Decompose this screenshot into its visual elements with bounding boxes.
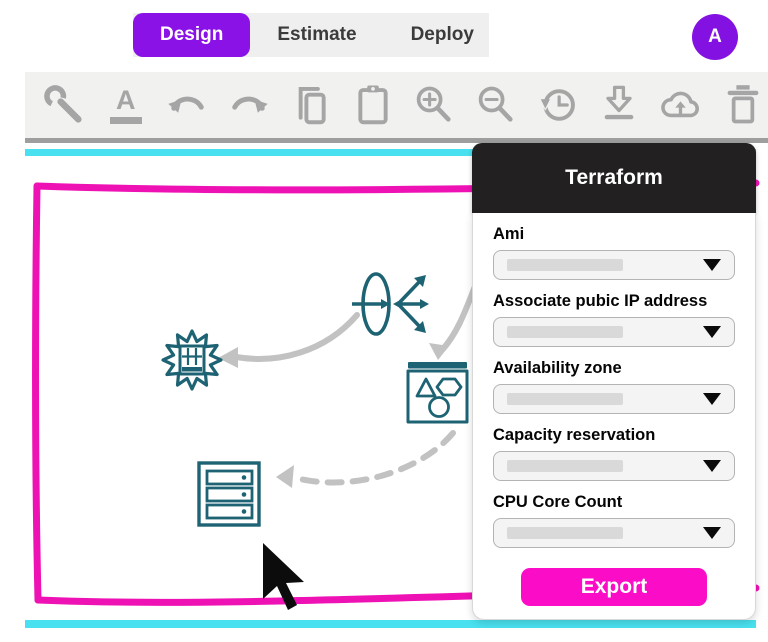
server-stack-node[interactable] (197, 461, 261, 527)
field-availability-zone: Availability zone (493, 359, 735, 414)
field-ami: Ami (493, 225, 735, 280)
panel-body: Ami Associate pubic IP address Availabil… (472, 213, 756, 620)
copy-icon[interactable] (288, 82, 334, 128)
chevron-down-icon (703, 460, 721, 472)
cpu-core-count-dropdown[interactable] (493, 518, 735, 548)
tab-deploy[interactable]: Deploy (384, 13, 501, 57)
availability-zone-dropdown[interactable] (493, 384, 735, 414)
wrench-icon[interactable] (41, 82, 87, 128)
field-label: Capacity reservation (493, 426, 656, 444)
paste-icon[interactable] (350, 82, 396, 128)
cloud-upload-icon[interactable] (658, 82, 704, 128)
font-color-bar (109, 116, 142, 124)
terraform-panel: Terraform Ami Associate pubic IP address… (472, 143, 756, 620)
associate-public-ip-dropdown[interactable] (493, 317, 735, 347)
placeholder-bar (507, 527, 623, 539)
font-color-icon[interactable]: A (103, 82, 149, 128)
panel-title: Terraform (472, 143, 756, 213)
chevron-down-icon (703, 259, 721, 271)
user-avatar[interactable]: A (692, 14, 738, 60)
ami-dropdown[interactable] (493, 250, 735, 280)
placeholder-bar (507, 460, 623, 472)
chevron-down-icon (703, 393, 721, 405)
main-toolbar: A (25, 72, 768, 143)
download-icon[interactable] (596, 82, 642, 128)
zoom-out-icon[interactable] (473, 82, 519, 128)
redo-icon[interactable] (226, 82, 272, 128)
field-associate-public-ip: Associate pubic IP address (493, 292, 735, 347)
undo-icon[interactable] (164, 82, 210, 128)
placeholder-bar (507, 393, 623, 405)
field-label: Associate pubic IP address (493, 292, 708, 310)
burst-instance-node[interactable] (161, 329, 223, 391)
tab-estimate[interactable]: Estimate (250, 13, 383, 57)
history-icon[interactable] (535, 82, 581, 128)
mode-tabbar: Design Estimate Deploy (133, 13, 489, 57)
chevron-down-icon (703, 326, 721, 338)
shapes-box-node[interactable] (406, 362, 469, 424)
font-color-letter: A (115, 84, 136, 115)
zoom-in-icon[interactable] (411, 82, 457, 128)
capacity-reservation-dropdown[interactable] (493, 451, 735, 481)
trash-icon[interactable] (720, 82, 766, 128)
placeholder-bar (507, 326, 623, 338)
placeholder-bar (507, 259, 623, 271)
export-button[interactable]: Export (521, 568, 707, 606)
chevron-down-icon (703, 527, 721, 539)
load-balancer-node[interactable] (352, 272, 429, 336)
field-label: Availability zone (493, 359, 622, 377)
field-label: CPU Core Count (493, 493, 623, 511)
field-capacity-reservation: Capacity reservation (493, 426, 735, 481)
field-label: Ami (493, 225, 525, 243)
tab-design[interactable]: Design (133, 13, 251, 57)
field-cpu-core-count: CPU Core Count (493, 493, 735, 548)
